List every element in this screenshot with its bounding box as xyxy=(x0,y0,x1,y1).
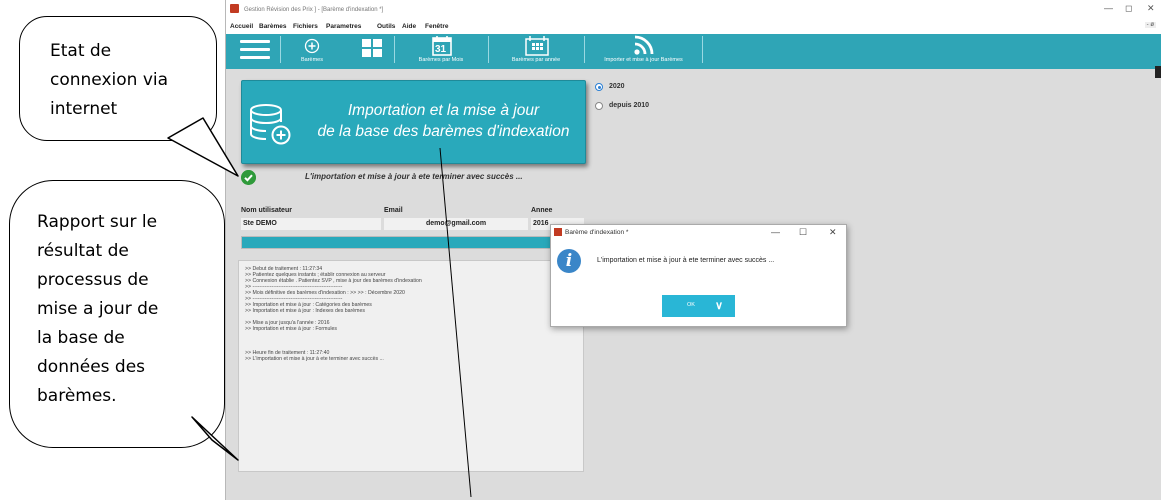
pointer-line xyxy=(439,147,472,498)
annotation-overlay xyxy=(167,117,472,498)
bubble1-tail xyxy=(167,117,239,177)
bubble2-tail xyxy=(191,416,239,461)
